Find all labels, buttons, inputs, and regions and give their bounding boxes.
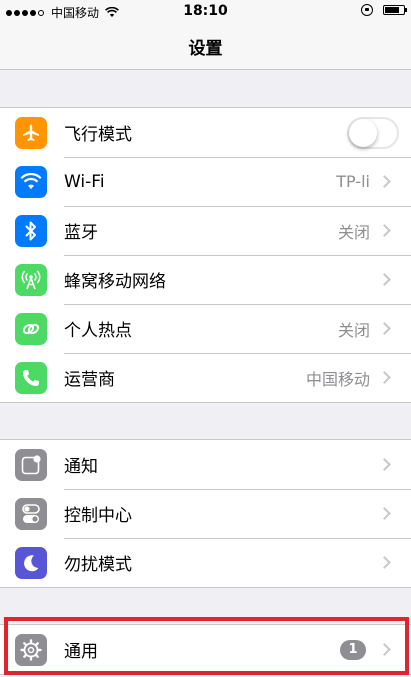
chevron-right-icon: [378, 458, 391, 471]
page-title: 设置: [188, 39, 223, 59]
chevron-right-icon: [378, 224, 391, 237]
settings-row-label: 蜂窝移动网络: [64, 272, 166, 292]
settings-row-label: 个人热点: [64, 321, 132, 341]
settings-row-label: Wi-Fi: [64, 171, 105, 192]
phone-icon: [15, 361, 47, 394]
hotspot-icon: [15, 312, 47, 345]
rotation-lock-icon: [361, 4, 373, 16]
settings-row-label: 勿扰模式: [64, 555, 132, 575]
settings-row-label: 通用: [64, 642, 98, 662]
battery-icon: [383, 5, 407, 15]
update-badge: 1: [340, 639, 366, 660]
settings-group-general: 通用 1: [0, 624, 411, 675]
chevron-right-icon: [378, 371, 391, 384]
chevron-right-icon: [378, 643, 391, 656]
moon-icon: [15, 546, 47, 579]
wifi-network-value: TP-li: [336, 172, 370, 191]
chevron-right-icon: [378, 322, 391, 335]
settings-row-airplane-mode: 飞行模式: [0, 108, 411, 157]
navigation-bar: 设置: [0, 24, 411, 70]
wifi-icon: [15, 165, 47, 198]
settings-row-general[interactable]: 通用 1: [0, 625, 411, 674]
toggle-knob: [349, 118, 377, 147]
settings-row-bluetooth[interactable]: 蓝牙 关闭: [0, 206, 411, 255]
chevron-right-icon: [378, 273, 391, 286]
settings-group-system: 通知 控制中心 勿扰模式: [0, 439, 411, 588]
chevron-right-icon: [378, 175, 391, 188]
gear-icon: [15, 633, 47, 666]
notifications-icon: [15, 448, 47, 481]
settings-row-label: 运营商: [64, 370, 115, 390]
settings-row-label: 飞行模式: [64, 125, 132, 145]
settings-row-notifications[interactable]: 通知: [0, 440, 411, 489]
settings-row-label: 通知: [64, 457, 98, 477]
carrier-value: 中国移动: [305, 369, 370, 389]
bluetooth-status-value: 关闭: [337, 222, 370, 242]
hotspot-status-value: 关闭: [337, 320, 370, 340]
airplane-icon: [15, 116, 47, 149]
settings-row-personal-hotspot[interactable]: 个人热点 关闭: [0, 304, 411, 353]
status-bar-right: [361, 4, 407, 16]
settings-row-control-center[interactable]: 控制中心: [0, 489, 411, 538]
settings-row-label: 控制中心: [64, 506, 132, 526]
status-bar: 中国移动 18:10: [0, 0, 411, 24]
settings-row-do-not-disturb[interactable]: 勿扰模式: [0, 538, 411, 587]
settings-row-cellular[interactable]: 蜂窝移动网络: [0, 255, 411, 304]
settings-row-label: 蓝牙: [64, 223, 98, 243]
status-time: 18:10: [183, 3, 228, 19]
chevron-right-icon: [378, 556, 391, 569]
bluetooth-icon: [15, 214, 47, 247]
settings-row-wifi[interactable]: Wi-Fi TP-li: [0, 157, 411, 206]
airplane-mode-toggle[interactable]: [347, 116, 399, 149]
settings-row-carrier[interactable]: 运营商 中国移动: [0, 353, 411, 402]
control-center-icon: [15, 497, 47, 530]
chevron-right-icon: [378, 507, 391, 520]
cellular-antenna-icon: [15, 263, 47, 296]
settings-group-connectivity: 飞行模式 Wi-Fi TP-li 蓝牙 关闭 蜂窝移动网络 个人热点 关闭 运营…: [0, 107, 411, 403]
